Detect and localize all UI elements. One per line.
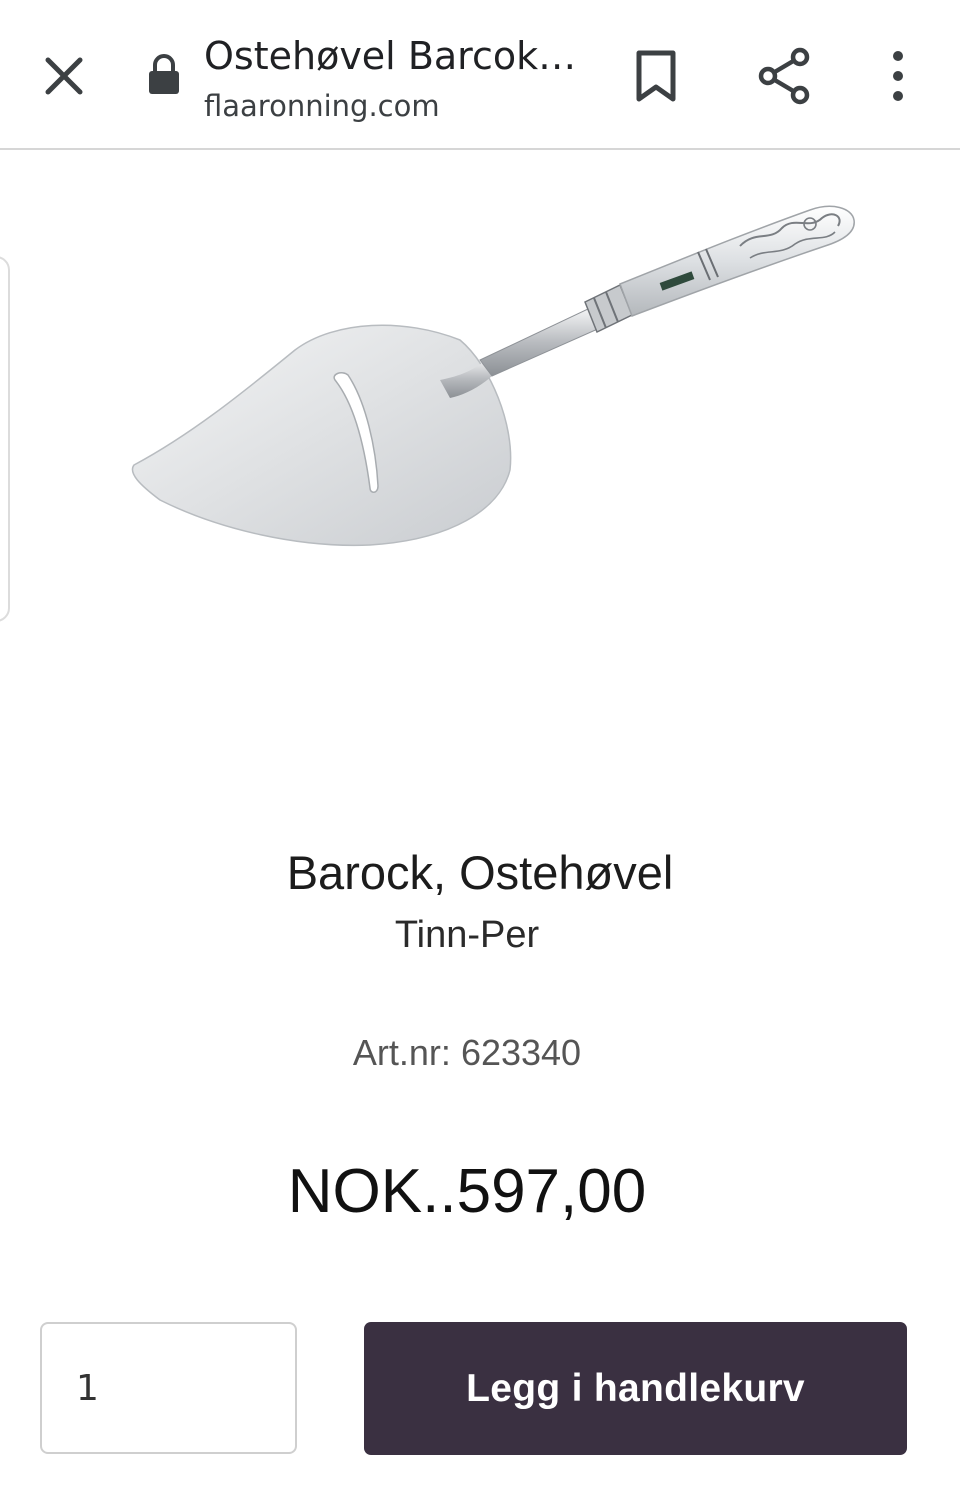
product-image [131, 205, 855, 547]
page-title: Ostehøvel Barcok… [204, 34, 574, 78]
side-drawer-handle[interactable] [0, 256, 10, 622]
bookmark-icon [636, 50, 676, 102]
product-brand: Tinn-Per [394, 914, 540, 956]
more-vert-icon [893, 51, 903, 101]
browser-top-bar: Ostehøvel Barcok… flaaronning.com [0, 0, 960, 150]
add-to-cart-button[interactable]: Legg i handlekurv [364, 1322, 907, 1455]
product-name: Barock, Ostehøvel [286, 846, 674, 899]
lock-icon[interactable] [146, 52, 182, 96]
share-icon [758, 47, 810, 105]
product-price: NOK..597,00 [287, 1157, 647, 1226]
close-tab-button[interactable] [34, 46, 94, 106]
article-number-value: 623340 [460, 1032, 582, 1073]
article-number: Art.nr: 623340 [0, 1030, 934, 1076]
more-options-button[interactable] [862, 40, 934, 112]
bookmark-button[interactable] [620, 40, 692, 112]
quantity-input[interactable] [40, 1322, 297, 1454]
article-number-label: Art.nr: [352, 1032, 451, 1073]
close-icon [45, 57, 83, 95]
page-domain: flaaronning.com [204, 89, 440, 123]
share-button[interactable] [748, 40, 820, 112]
